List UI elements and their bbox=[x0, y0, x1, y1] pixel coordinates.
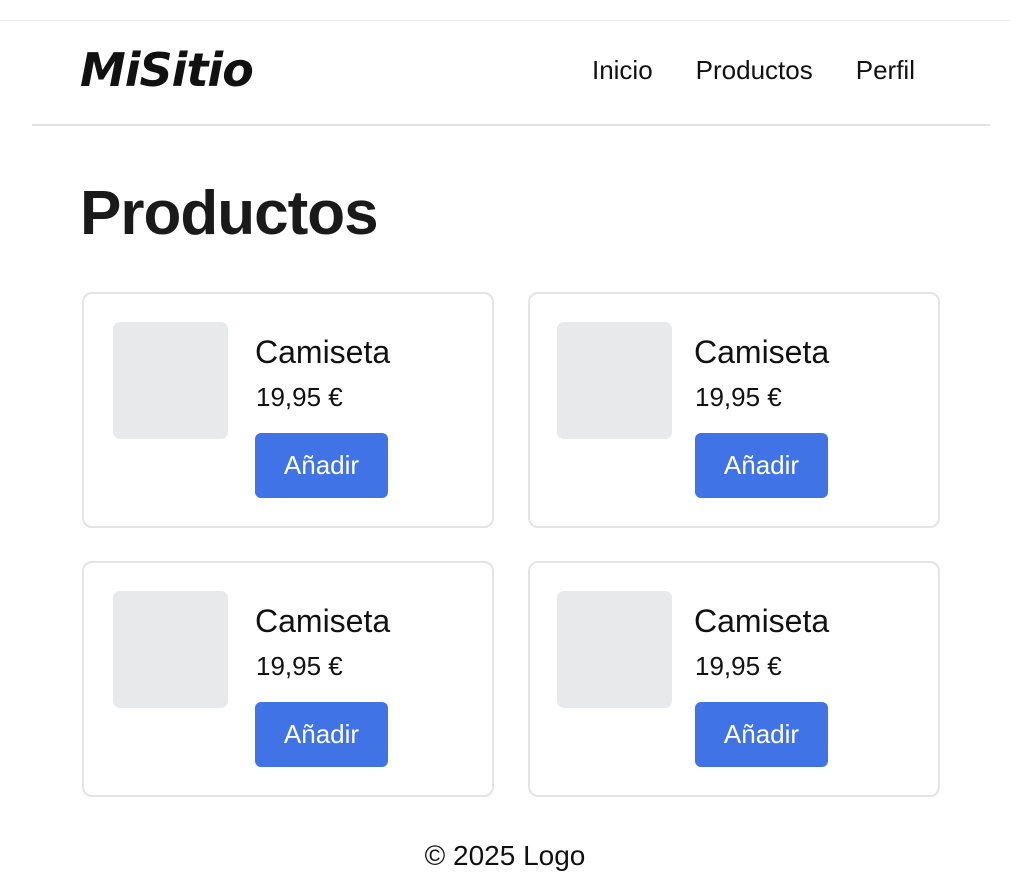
page-title: Productos bbox=[80, 179, 379, 248]
product-name: Camiseta bbox=[694, 334, 830, 370]
product-card: Camiseta 19,95 € Añadir bbox=[82, 292, 494, 528]
product-price: 19,95 € bbox=[695, 651, 782, 681]
product-name: Camiseta bbox=[694, 603, 830, 639]
page: MiSitio Inicio Productos Perfil Producto… bbox=[0, 0, 1010, 894]
product-price: 19,95 € bbox=[256, 382, 343, 412]
product-image-placeholder bbox=[113, 591, 228, 708]
product-price: 19,95 € bbox=[695, 382, 782, 412]
product-image-placeholder bbox=[113, 322, 228, 439]
add-to-cart-button[interactable]: Añadir bbox=[695, 702, 828, 767]
site-footer: © 2025 Logo bbox=[424, 840, 586, 871]
add-to-cart-button[interactable]: Añadir bbox=[255, 702, 388, 767]
site-logo[interactable]: MiSitio bbox=[80, 43, 254, 97]
nav-link-perfil[interactable]: Perfil bbox=[856, 55, 915, 86]
product-image-placeholder bbox=[557, 322, 672, 439]
add-to-cart-button[interactable]: Añadir bbox=[255, 433, 388, 498]
product-card: Camiseta 19,95 € Añadir bbox=[528, 561, 940, 797]
product-name: Camiseta bbox=[255, 603, 391, 639]
nav-link-productos[interactable]: Productos bbox=[696, 55, 813, 86]
product-image-placeholder bbox=[557, 591, 672, 708]
add-to-cart-button[interactable]: Añadir bbox=[695, 433, 828, 498]
product-card: Camiseta 19,95 € Añadir bbox=[82, 561, 494, 797]
main-nav: Inicio Productos Perfil bbox=[592, 55, 915, 86]
nav-link-inicio[interactable]: Inicio bbox=[592, 55, 653, 86]
product-card: Camiseta 19,95 € Añadir bbox=[528, 292, 940, 528]
site-header: MiSitio Inicio Productos Perfil bbox=[32, 21, 990, 126]
product-price: 19,95 € bbox=[256, 651, 343, 681]
product-name: Camiseta bbox=[255, 334, 391, 370]
